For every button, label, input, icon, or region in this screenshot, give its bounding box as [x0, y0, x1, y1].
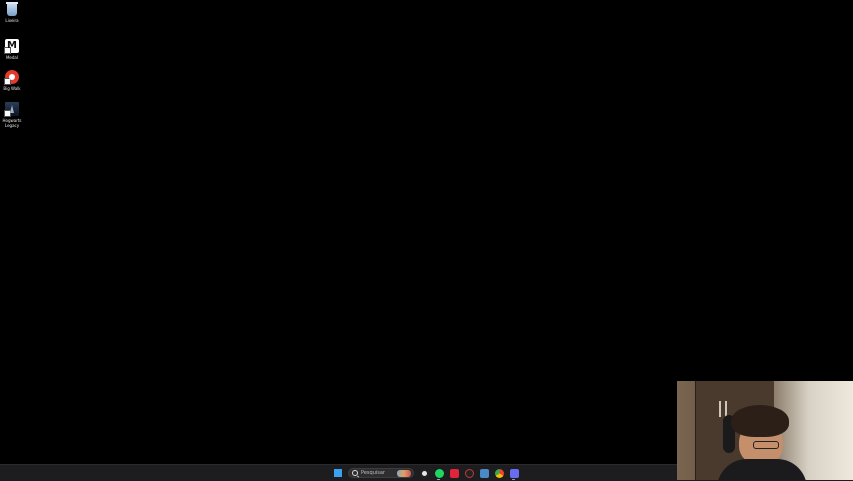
taskbar-spotify-icon[interactable] — [434, 468, 444, 480]
taskbar-discord-icon[interactable] — [464, 468, 474, 478]
desktop-icon-medal[interactable]: Medal — [1, 39, 23, 60]
taskbar-red-app-icon[interactable] — [449, 468, 459, 478]
medal-icon — [4, 39, 19, 54]
taskbar-steam-blue-icon[interactable] — [479, 468, 489, 478]
shortcut-arrow-icon — [4, 47, 11, 54]
taskbar-steam-icon[interactable] — [419, 468, 429, 478]
taskbar-center: Pesquisar — [333, 467, 519, 480]
search-placeholder: Pesquisar — [361, 470, 385, 476]
taskbar-chrome-icon[interactable] — [494, 468, 504, 478]
big-walk-icon — [4, 70, 19, 85]
taskbar-gallery-icon[interactable] — [509, 468, 519, 480]
desktop-icon-hogwarts-legacy[interactable]: Hogwarts Legacy — [1, 102, 23, 128]
recycle-bin-icon — [6, 2, 18, 16]
desktop-icon-big-walk[interactable]: Big Walk — [1, 70, 23, 91]
desktop-icon-recycle-bin[interactable]: Lixeira — [1, 2, 23, 23]
webcam-overlay — [677, 381, 853, 480]
shortcut-arrow-icon — [4, 78, 11, 85]
search-icon — [352, 470, 358, 476]
start-button[interactable] — [333, 468, 343, 478]
search-highlight-icon — [397, 470, 411, 477]
taskbar-search[interactable]: Pesquisar — [348, 468, 414, 478]
hogwarts-legacy-icon — [4, 102, 19, 117]
desktop-icon-label: Lixeira — [5, 18, 19, 23]
desktop-icon-label: Big Walk — [3, 86, 21, 91]
shortcut-arrow-icon — [4, 110, 11, 117]
desktop-icon-label: Medal — [5, 55, 18, 60]
desktop-icon-label: Hogwarts Legacy — [2, 118, 22, 128]
webcam-person — [717, 405, 807, 480]
